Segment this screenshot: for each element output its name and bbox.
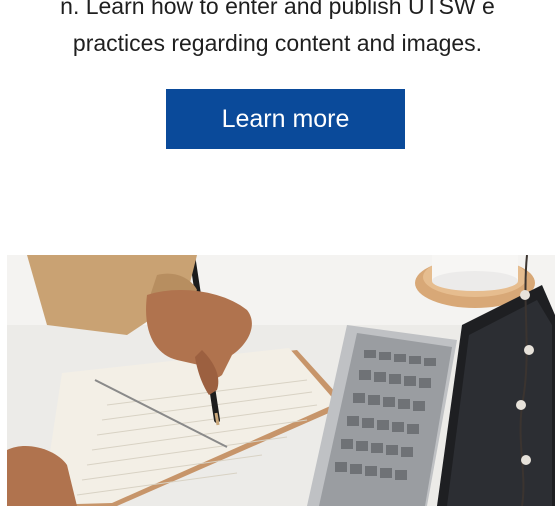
intro-text: n. Learn how to enter and publish UTSW e… (0, 0, 555, 62)
intro-line-2: practices regarding content and images. (72, 30, 483, 56)
hero-photo (7, 255, 555, 506)
intro-line-1: n. Learn how to enter and publish UTSW e (60, 0, 495, 19)
learn-more-button[interactable]: Learn more (166, 89, 405, 149)
